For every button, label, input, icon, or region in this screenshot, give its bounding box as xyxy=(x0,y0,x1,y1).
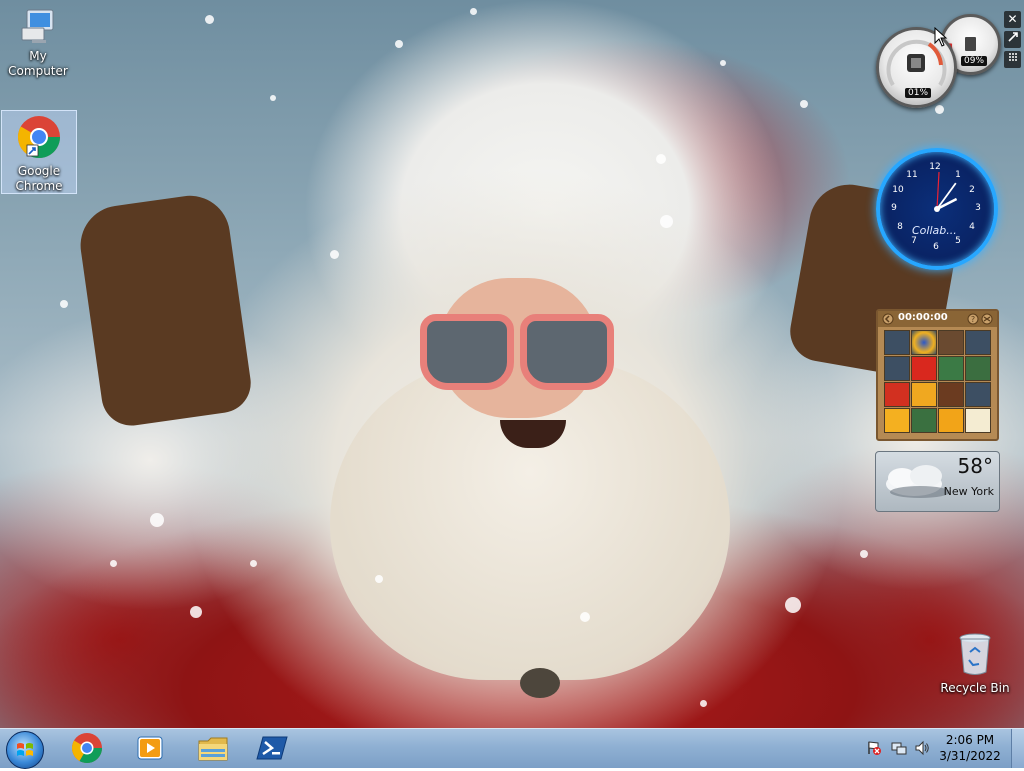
clock-gadget[interactable]: 12 1 2 3 4 5 6 7 8 9 10 11 Collab... xyxy=(876,148,998,270)
drag-grip-icon xyxy=(1008,53,1017,61)
wallpaper-coat-button xyxy=(520,668,560,698)
puzzle-tile[interactable] xyxy=(965,408,991,433)
clock-hands xyxy=(934,171,958,212)
action-center-flag-icon xyxy=(868,741,881,755)
snowflake xyxy=(375,575,383,583)
chrome-icon xyxy=(71,733,102,764)
taskbar-file-explorer-button[interactable] xyxy=(195,731,235,765)
resize-icon xyxy=(1007,32,1018,42)
desktop-icon-label: Recycle Bin xyxy=(940,681,1010,695)
taskbar-chrome-button[interactable] xyxy=(69,731,109,765)
snowflake xyxy=(860,550,868,558)
taskbar-date: 3/31/2022 xyxy=(939,749,1001,763)
puzzle-tile[interactable] xyxy=(884,330,910,355)
puzzle-tile[interactable] xyxy=(938,356,964,381)
puzzle-tile[interactable] xyxy=(911,356,937,381)
snowflake xyxy=(470,8,477,15)
snowflake xyxy=(330,250,339,259)
puzzle-tile[interactable] xyxy=(965,382,991,407)
snowflake xyxy=(700,700,707,707)
snowflake xyxy=(190,606,202,618)
gadget-drag-handle[interactable] xyxy=(1004,51,1021,68)
windows-logo-icon xyxy=(17,743,33,756)
shuffle-icon[interactable] xyxy=(981,313,993,325)
wallpaper-sunglasses xyxy=(420,308,614,390)
network-icon xyxy=(891,742,907,755)
snowflake xyxy=(150,513,164,527)
weather-temperature: 58° xyxy=(957,454,993,478)
taskbar-media-player-button[interactable] xyxy=(132,731,172,765)
snowflake xyxy=(660,215,673,228)
recycle-bin-icon xyxy=(959,633,991,675)
cpu-percent: 01% xyxy=(905,88,932,98)
puzzle-tile[interactable] xyxy=(884,356,910,381)
snowflake xyxy=(110,560,117,567)
weather-city: New York xyxy=(943,485,994,498)
snowflake xyxy=(785,597,801,613)
desktop-icon-my-computer[interactable]: My Computer xyxy=(0,6,76,79)
puzzle-toolbar: 00:00:00 ? xyxy=(878,311,997,327)
help-icon[interactable]: ? xyxy=(967,313,979,325)
picture-puzzle-gadget[interactable]: 00:00:00 ? xyxy=(876,309,999,441)
taskbar-time: 2:06 PM xyxy=(945,733,995,747)
snowflake xyxy=(656,154,666,164)
weather-gadget[interactable]: 58° New York xyxy=(875,451,1000,512)
snowflake xyxy=(250,560,257,567)
puzzle-tile[interactable] xyxy=(911,382,937,407)
snowflake xyxy=(60,300,68,308)
media-player-icon xyxy=(137,736,163,760)
puzzle-tile[interactable] xyxy=(965,356,991,381)
puzzle-tile[interactable] xyxy=(938,382,964,407)
mouse-cursor-icon xyxy=(934,27,948,47)
chrome-icon xyxy=(17,116,61,159)
desktop-wallpaper xyxy=(0,0,1024,728)
close-icon: ✕ xyxy=(1007,12,1018,26)
snowflake xyxy=(580,612,590,622)
clock-second-hand xyxy=(936,171,940,210)
snowflake xyxy=(205,15,214,24)
desktop-icon-label: Google Chrome xyxy=(15,164,63,193)
snowflake xyxy=(935,105,944,114)
puzzle-tile[interactable] xyxy=(884,408,910,433)
wallpaper-left-glove xyxy=(75,190,255,430)
memory-percent: 09% xyxy=(961,56,988,66)
speaker-icon xyxy=(915,740,929,756)
snowflake xyxy=(800,100,808,108)
svg-text:?: ? xyxy=(971,315,975,324)
puzzle-timer: 00:00:00 xyxy=(898,312,948,323)
desktop-icon-label: My Computer xyxy=(8,49,68,78)
puzzle-tile[interactable] xyxy=(911,330,937,355)
cloudy-icon xyxy=(886,465,950,498)
puzzle-tile[interactable] xyxy=(884,382,910,407)
computer-icon xyxy=(21,9,54,43)
puzzle-tile[interactable] xyxy=(938,408,964,433)
clock-brand: Collab... xyxy=(912,224,957,237)
puzzle-tile[interactable] xyxy=(911,408,937,433)
powershell-icon xyxy=(256,736,288,760)
show-desktop-button[interactable] xyxy=(1011,729,1024,768)
desktop-icon-recycle-bin[interactable]: Recycle Bin xyxy=(937,630,1013,696)
taskbar-powershell-button[interactable] xyxy=(254,731,294,765)
gadget-close-button[interactable]: ✕ xyxy=(1004,11,1021,28)
puzzle-back-icon[interactable] xyxy=(882,313,894,325)
start-button[interactable] xyxy=(6,731,44,769)
tray-action-center[interactable] xyxy=(866,740,882,756)
tray-network[interactable] xyxy=(891,740,907,756)
gadget-size-button[interactable] xyxy=(1004,31,1021,48)
snowflake xyxy=(270,95,276,101)
puzzle-tile[interactable] xyxy=(938,330,964,355)
taskbar-clock[interactable]: 2:06 PM 3/31/2022 xyxy=(934,732,1006,764)
snowflake xyxy=(395,40,403,48)
snowflake xyxy=(720,60,726,66)
puzzle-tile[interactable] xyxy=(965,330,991,355)
file-explorer-icon xyxy=(198,737,228,761)
desktop-icon-google-chrome[interactable]: Google Chrome xyxy=(1,110,77,194)
tray-volume[interactable] xyxy=(914,740,930,756)
